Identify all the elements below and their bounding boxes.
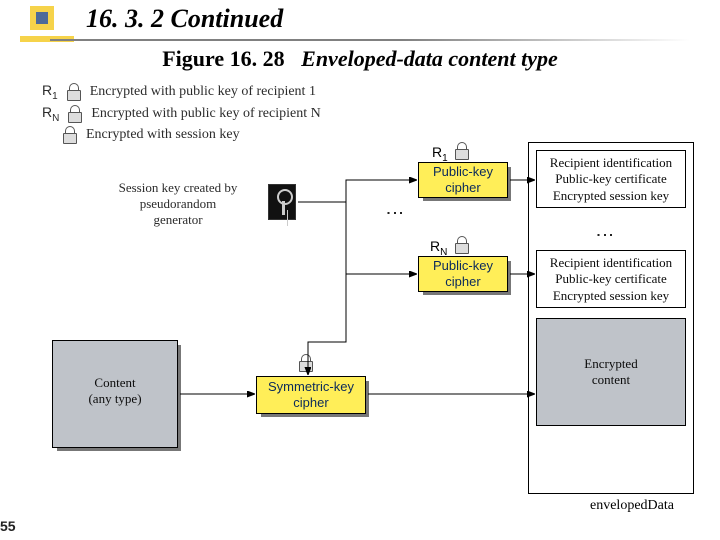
figure-caption: Enveloped-data content type — [301, 46, 558, 71]
lock-icon — [62, 126, 78, 144]
box-pk-cipher-n: Public-key cipher — [418, 256, 508, 292]
header-bullet-inner — [36, 12, 48, 24]
legend-rn-tag: RN — [42, 104, 59, 124]
enveloped-data-outline — [528, 142, 694, 494]
figure-title: Figure 16. 28 Enveloped-data content typ… — [0, 46, 720, 72]
lock-icon — [67, 105, 83, 123]
lock-icon — [66, 83, 82, 101]
legend-sk-text: Encrypted with session key — [86, 127, 240, 143]
legend-rn-text: Encrypted with public key of recipient N — [91, 106, 320, 122]
box-pk-cipher-1: Public-key cipher — [418, 162, 508, 198]
key-icon — [268, 184, 296, 220]
box-content: Content (any type) — [52, 340, 178, 448]
legend-r1-text: Encrypted with public key of recipient 1 — [90, 84, 316, 100]
lock-icon — [454, 236, 470, 254]
vertical-ellipsis: ⋮ — [384, 204, 406, 222]
header-rule — [0, 36, 720, 44]
keygen-caption: Session key created by pseudorandom gene… — [98, 180, 258, 228]
legend-r1-tag: R1 — [42, 82, 58, 102]
lock-icon — [298, 354, 314, 372]
r1-tag: R1 — [432, 144, 448, 164]
diagram-stage: R1 Encrypted with public key of recipien… — [38, 82, 698, 522]
page-number: 55 — [0, 518, 16, 534]
legend-r1: R1 Encrypted with public key of recipien… — [42, 82, 316, 102]
rn-tag: RN — [430, 238, 447, 258]
enveloped-data-caption: envelopedData — [590, 498, 674, 514]
lock-icon — [454, 142, 470, 160]
figure-label: Figure 16. 28 — [162, 46, 284, 71]
legend-sessionkey: Encrypted with session key — [62, 126, 240, 144]
box-sym-cipher: Symmetric-key cipher — [256, 376, 366, 414]
legend-rn: RN Encrypted with public key of recipien… — [42, 104, 321, 124]
section-title: 16. 3. 2 Continued — [86, 4, 283, 34]
